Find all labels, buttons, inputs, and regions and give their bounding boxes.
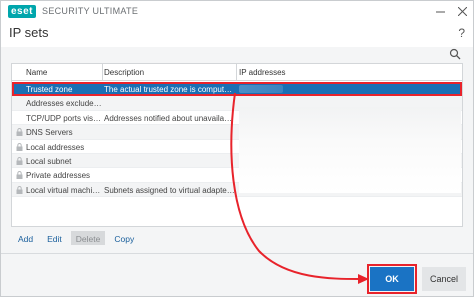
row-name: Local virtual machines bbox=[26, 185, 102, 195]
row-name: Private addresses bbox=[26, 171, 91, 181]
row-name: Addresses excluded fr... bbox=[26, 99, 102, 109]
column-divider[interactable] bbox=[102, 64, 103, 80]
add-button[interactable]: Add bbox=[13, 231, 39, 245]
title-bar: eset SECURITY ULTIMATE bbox=[1, 1, 473, 21]
table-header: Name Description IP addresses bbox=[12, 64, 462, 81]
window-controls bbox=[429, 1, 473, 21]
search-row bbox=[11, 48, 463, 62]
redacted-ip-addresses bbox=[239, 107, 461, 193]
close-icon[interactable] bbox=[451, 1, 473, 21]
footer-divider bbox=[1, 253, 473, 254]
search-icon[interactable] bbox=[449, 48, 461, 60]
row-name: Trusted zone bbox=[26, 85, 73, 94]
help-icon[interactable]: ? bbox=[458, 26, 465, 40]
lock-icon bbox=[16, 171, 23, 180]
column-header-description[interactable]: Description bbox=[104, 68, 144, 77]
cancel-button[interactable]: Cancel bbox=[422, 267, 466, 291]
column-header-name[interactable]: Name bbox=[26, 68, 47, 77]
row-description: Subnets assigned to virtual adapters con… bbox=[104, 185, 236, 195]
row-name: DNS Servers bbox=[26, 128, 73, 138]
ip-sets-table: Name Description IP addresses Trusted zo… bbox=[11, 63, 463, 227]
column-header-ip-addresses[interactable]: IP addresses bbox=[239, 68, 286, 77]
row-name: TCP/UDP ports visibili... bbox=[26, 113, 102, 123]
lock-icon bbox=[16, 157, 23, 165]
column-divider[interactable] bbox=[236, 64, 237, 80]
row-name: Local addresses bbox=[26, 142, 85, 152]
ip-sets-window: eset SECURITY ULTIMATE IP sets ? Name De… bbox=[0, 0, 474, 297]
row-description: The actual trusted zone is computed fro.… bbox=[104, 85, 236, 94]
edit-button[interactable]: Edit bbox=[42, 231, 67, 245]
lock-icon bbox=[16, 185, 23, 194]
lock-icon bbox=[16, 128, 23, 137]
delete-button[interactable]: Delete bbox=[70, 231, 106, 245]
page-title: IP sets bbox=[9, 25, 49, 40]
dialog-header: IP sets ? bbox=[1, 21, 473, 47]
copy-button[interactable]: Copy bbox=[109, 231, 140, 245]
table-toolbar: Add Edit Delete Copy bbox=[13, 231, 140, 245]
ok-button[interactable]: OK bbox=[367, 264, 417, 294]
eset-logo: eset bbox=[8, 4, 37, 18]
minimize-icon[interactable] bbox=[429, 1, 451, 21]
lock-icon bbox=[16, 142, 23, 151]
row-name: Local subnet bbox=[26, 156, 72, 166]
row-ip-addresses bbox=[239, 85, 459, 95]
table-row-trusted-zone[interactable]: Trusted zone The actual trusted zone is … bbox=[12, 82, 462, 97]
app-title: SECURITY ULTIMATE bbox=[42, 6, 139, 16]
row-description: Addresses notified about unavailability.… bbox=[104, 113, 236, 123]
